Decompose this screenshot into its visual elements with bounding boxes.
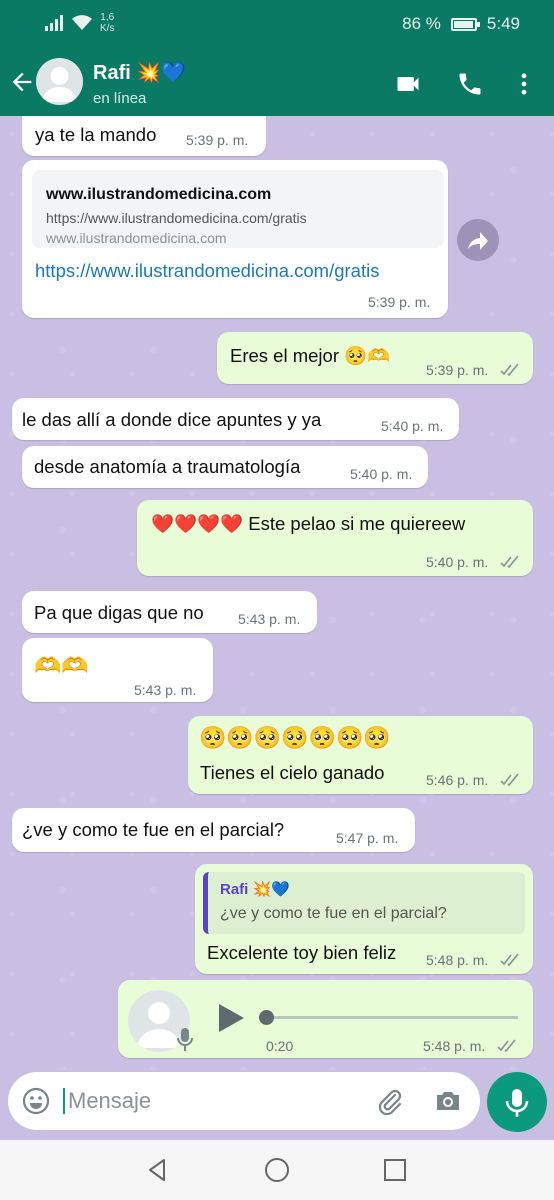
link-preview-card[interactable]: www.ilustrandomedicina.com https://www.i…	[32, 170, 444, 248]
message-composer: Mensaje	[8, 1072, 480, 1130]
avatar[interactable]	[36, 58, 83, 105]
emoji-icon[interactable]	[21, 1086, 51, 1116]
battery-fill	[453, 20, 473, 28]
back-arrow-icon[interactable]	[8, 68, 36, 96]
voice-progress-track[interactable]	[266, 1016, 518, 1019]
message-time: 5:39 p. m.	[426, 362, 489, 378]
contact-status: en línea	[93, 90, 147, 107]
status-right: 86 % 5:49	[402, 14, 520, 34]
system-nav-bar	[0, 1140, 554, 1200]
message-time: 5:48 p. m.	[423, 1038, 486, 1054]
read-ticks-icon	[500, 953, 519, 967]
message-bubble-incoming[interactable]: le das allí a donde dice apuntes y ya 5:…	[12, 398, 459, 440]
reply-quote[interactable]: Rafi 💥💙 ¿ve y como te fue en el parcial?	[203, 872, 525, 934]
contact-name[interactable]: Rafi 💥💙	[93, 60, 186, 85]
attach-icon[interactable]	[375, 1086, 405, 1116]
message-text: Pa que digas que no	[34, 602, 204, 623]
voice-progress-knob[interactable]	[259, 1010, 274, 1025]
message-time: 5:40 p. m.	[381, 418, 444, 434]
chat-header: Rafi 💥💙 en línea	[0, 50, 554, 116]
message-time: 5:47 p. m.	[336, 830, 399, 846]
message-text: Tienes el cielo ganado	[200, 762, 385, 783]
phone-icon[interactable]	[456, 70, 484, 98]
message-text: 🫶🫶	[34, 654, 89, 679]
message-time: 5:48 p. m.	[426, 952, 489, 968]
home-circle-icon[interactable]	[263, 1156, 291, 1184]
message-text: ¿ve y como te fue en el parcial?	[22, 819, 285, 840]
read-ticks-icon	[500, 555, 519, 569]
forward-icon	[468, 232, 488, 250]
message-bubble-outgoing-voice[interactable]: 0:20 5:48 p. m.	[118, 980, 533, 1058]
reply-quote-author: Rafi 💥💙	[220, 881, 290, 898]
message-bubble-incoming[interactable]: ya te la mando 5:39 p. m.	[22, 116, 266, 156]
link-preview-title: www.ilustrandomedicina.com	[46, 186, 272, 203]
read-ticks-icon	[500, 773, 519, 787]
message-text: ya te la mando	[35, 124, 157, 145]
message-emoji-line: 🥺🥺🥺🥺🥺🥺🥺	[199, 726, 391, 751]
message-text: Eres el mejor 🥺🫶	[230, 345, 391, 366]
network-speed: 1,6 K/s	[100, 12, 114, 34]
message-bubble-outgoing[interactable]: 🥺🥺🥺🥺🥺🥺🥺 Tienes el cielo ganado 5:46 p. m…	[188, 716, 533, 794]
message-text: le das allí a donde dice apuntes y ya	[22, 409, 322, 430]
reply-quote-text: ¿ve y como te fue en el parcial?	[220, 905, 447, 922]
back-triangle-icon[interactable]	[143, 1156, 171, 1184]
message-bubble-outgoing[interactable]: ❤️❤️❤️❤️ Este pelao si me quiereew 5:40 …	[137, 500, 533, 576]
message-time: 5:39 p. m.	[368, 294, 431, 310]
camera-icon[interactable]	[433, 1086, 463, 1116]
message-link[interactable]: https://www.ilustrandomedicina.com/grati…	[35, 260, 379, 282]
message-time: 5:43 p. m.	[238, 611, 301, 627]
message-time: 5:46 p. m.	[426, 772, 489, 788]
status-left: 1,6 K/s	[44, 12, 114, 34]
forward-button[interactable]	[457, 219, 499, 261]
signal-icon	[45, 15, 63, 31]
recents-square-icon[interactable]	[381, 1156, 409, 1184]
message-time: 5:40 p. m.	[426, 554, 489, 570]
video-call-icon[interactable]	[394, 70, 422, 98]
message-bubble-incoming[interactable]: ¿ve y como te fue en el parcial? 5:47 p.…	[12, 808, 415, 852]
network-speed-value: 1,6	[100, 12, 115, 23]
read-ticks-icon	[497, 1039, 516, 1053]
battery-percent: 86 %	[402, 14, 441, 33]
wifi-icon	[72, 15, 92, 30]
message-bubble-incoming-link[interactable]: www.ilustrandomedicina.com https://www.i…	[22, 160, 448, 318]
message-time: 5:40 p. m.	[350, 466, 413, 482]
message-bubble-incoming[interactable]: desde anatomía a traumatología 5:40 p. m…	[22, 446, 428, 488]
read-ticks-icon	[500, 363, 519, 377]
message-bubble-incoming[interactable]: 🫶🫶 5:43 p. m.	[22, 638, 213, 702]
message-text: ❤️❤️❤️❤️ Este pelao si me quiereew	[151, 513, 466, 534]
voice-record-button[interactable]	[487, 1072, 547, 1132]
voice-mic-icon	[177, 1028, 193, 1051]
message-bubble-outgoing[interactable]: Eres el mejor 🥺🫶 5:39 p. m.	[217, 332, 533, 384]
message-input[interactable]: Mensaje	[63, 1088, 151, 1114]
message-text: desde anatomía a traumatología	[34, 456, 301, 477]
message-text: Excelente toy bien feliz	[207, 942, 397, 963]
play-icon[interactable]	[216, 1002, 246, 1034]
message-bubble-outgoing-reply[interactable]: Rafi 💥💙 ¿ve y como te fue en el parcial?…	[195, 864, 533, 974]
status-time: 5:49	[486, 14, 520, 33]
network-speed-unit: K/s	[100, 23, 115, 34]
voice-duration: 0:20	[266, 1038, 294, 1054]
chat-area[interactable]: ya te la mando 5:39 p. m. www.ilustrando…	[0, 116, 554, 1070]
link-preview-url: https://www.ilustrandomedicina.com/grati…	[46, 210, 307, 226]
more-vert-icon[interactable]	[510, 70, 538, 98]
message-time: 5:43 p. m.	[134, 682, 197, 698]
status-bar: 1,6 K/s 86 % 5:49	[0, 0, 554, 50]
message-bubble-incoming[interactable]: Pa que digas que no 5:43 p. m.	[22, 591, 317, 633]
message-time: 5:39 p. m.	[186, 132, 249, 148]
battery-icon	[450, 17, 480, 31]
link-preview-domain: www.ilustrandomedicina.com	[46, 230, 227, 246]
mic-icon	[505, 1089, 529, 1117]
